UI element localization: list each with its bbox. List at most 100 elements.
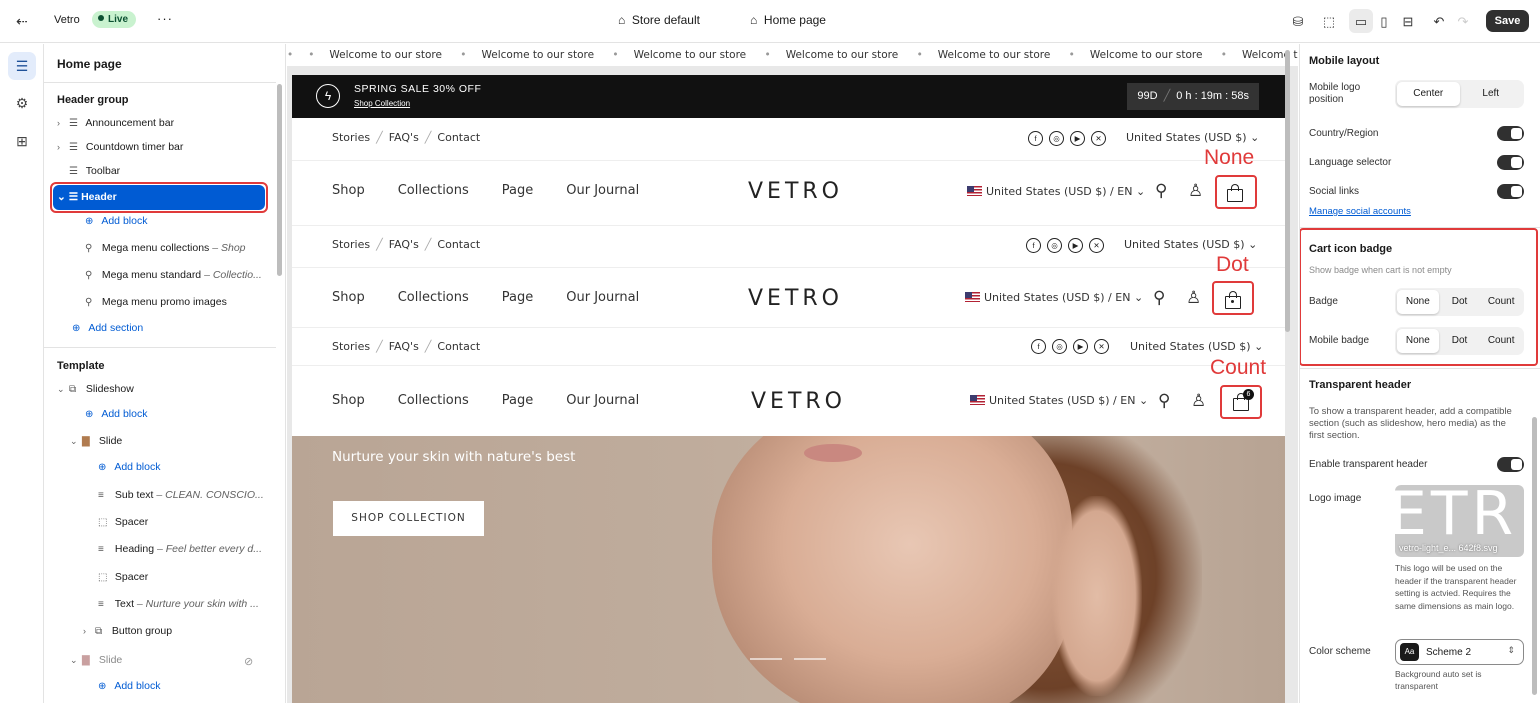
instagram-icon[interactable]: ◎ <box>1052 339 1067 354</box>
util-link-faq[interactable]: FAQ's <box>389 340 419 353</box>
color-scheme-select[interactable]: Aa Scheme 2 ⇕ <box>1395 639 1524 665</box>
country-region-toggle[interactable] <box>1497 126 1524 141</box>
add-section-link[interactable]: ⊕ Add section <box>72 322 143 334</box>
slide-dot[interactable] <box>794 658 826 660</box>
add-block-link[interactable]: ⊕ Add block <box>85 215 147 227</box>
util-link-stories[interactable]: Stories <box>332 238 370 251</box>
badge-option-none[interactable]: None <box>1397 290 1439 314</box>
nav-our-journal[interactable]: Our Journal <box>566 183 639 198</box>
instagram-icon[interactable]: ◎ <box>1047 238 1062 253</box>
store-logo[interactable]: VETRO <box>751 389 846 414</box>
add-block-link[interactable]: ⊕ Add block <box>98 461 160 473</box>
chevron-down-icon[interactable]: ⌄ <box>57 384 69 395</box>
locale-selector[interactable]: United States (USD $) / EN ⌄ <box>970 394 1148 407</box>
currency-selector[interactable]: United States (USD $) ⌄ <box>1126 131 1259 144</box>
util-link-contact[interactable]: Contact <box>437 340 480 353</box>
nav-collections[interactable]: Collections <box>398 393 469 408</box>
chevron-right-icon[interactable]: › <box>57 142 69 152</box>
language-selector-toggle[interactable] <box>1497 155 1524 170</box>
tree-item-mega-menu-promo[interactable]: ⚲ Mega menu promo images <box>85 296 227 308</box>
tree-item-slide[interactable]: ⌄ ▇ Slide <box>70 435 122 447</box>
nav-collections[interactable]: Collections <box>398 290 469 305</box>
page-selector[interactable]: ⌂ Home page <box>750 13 826 27</box>
tree-item-toolbar[interactable]: ☰ Toolbar <box>69 165 120 177</box>
util-link-stories[interactable]: Stories <box>332 340 370 353</box>
enable-transparent-header-toggle[interactable] <box>1497 457 1524 472</box>
tree-item-spacer[interactable]: ⬚ Spacer <box>98 571 148 583</box>
youtube-icon[interactable]: ▶ <box>1070 131 1085 146</box>
database-icon[interactable]: ⛁ <box>1287 11 1309 33</box>
facebook-icon[interactable]: f <box>1028 131 1043 146</box>
manage-social-accounts-link[interactable]: Manage social accounts <box>1309 206 1411 217</box>
option-left[interactable]: Left <box>1460 82 1523 106</box>
tree-item-mega-menu-standard[interactable]: ⚲ Mega menu standard – Collectio... <box>85 269 262 281</box>
search-icon[interactable]: ⚲ <box>1158 391 1170 411</box>
logo-image-picker[interactable]: ETR vetro-light_e... 642f8.svg <box>1395 485 1524 557</box>
search-icon[interactable]: ⚲ <box>1155 181 1167 201</box>
tree-item-countdown-timer-bar[interactable]: › ☰ Countdown timer bar <box>57 141 183 153</box>
util-link-stories[interactable]: Stories <box>332 131 370 144</box>
chevron-down-icon[interactable]: ⌄ <box>70 436 82 447</box>
tree-item-slide-hidden[interactable]: ⌄ ▇ Slide <box>70 654 122 666</box>
search-icon[interactable]: ⚲ <box>1153 288 1165 308</box>
option-center[interactable]: Center <box>1397 82 1460 106</box>
save-button[interactable]: Save <box>1486 10 1529 32</box>
x-icon[interactable]: ✕ <box>1091 131 1106 146</box>
sale-link[interactable]: Shop Collection <box>354 99 410 108</box>
exit-icon[interactable]: ⇠ <box>16 13 28 30</box>
add-block-link[interactable]: ⊕ Add block <box>85 408 147 420</box>
nav-page[interactable]: Page <box>502 183 533 198</box>
desktop-icon[interactable]: ▭ <box>1350 11 1372 33</box>
inspector-icon[interactable]: ⬚ <box>1318 11 1340 33</box>
nav-page[interactable]: Page <box>502 290 533 305</box>
currency-selector[interactable]: United States (USD $) ⌄ <box>1130 340 1263 353</box>
util-link-faq[interactable]: FAQ's <box>389 131 419 144</box>
account-icon[interactable]: ♙ <box>1188 181 1203 201</box>
tree-item-spacer[interactable]: ⬚ Spacer <box>98 516 148 528</box>
fullscreen-icon[interactable]: ⊟ <box>1397 11 1419 33</box>
mobile-badge-option-dot[interactable]: Dot <box>1439 329 1481 353</box>
badge-option-count[interactable]: Count <box>1480 290 1522 314</box>
nav-shop[interactable]: Shop <box>332 183 365 198</box>
more-actions-button[interactable]: ··· <box>157 11 173 26</box>
locale-selector[interactable]: United States (USD $) / EN ⌄ <box>965 291 1143 304</box>
badge-option-dot[interactable]: Dot <box>1439 290 1481 314</box>
x-icon[interactable]: ✕ <box>1094 339 1109 354</box>
nav-our-journal[interactable]: Our Journal <box>566 393 639 408</box>
settings-scrollbar[interactable] <box>1532 417 1537 695</box>
instagram-icon[interactable]: ◎ <box>1049 131 1064 146</box>
youtube-icon[interactable]: ▶ <box>1068 238 1083 253</box>
youtube-icon[interactable]: ▶ <box>1073 339 1088 354</box>
facebook-icon[interactable]: f <box>1026 238 1041 253</box>
slide-dot[interactable] <box>750 658 782 660</box>
tree-item-announcement-bar[interactable]: › ☰ Announcement bar <box>57 117 174 129</box>
tree-item-mega-menu-collections[interactable]: ⚲ Mega menu collections – Shop <box>85 242 246 254</box>
x-icon[interactable]: ✕ <box>1089 238 1104 253</box>
account-icon[interactable]: ♙ <box>1186 288 1201 308</box>
account-icon[interactable]: ♙ <box>1191 391 1206 411</box>
tree-item-heading[interactable]: ≡ Heading – Feel better every d... <box>98 543 262 555</box>
eye-hidden-icon[interactable]: ⊘ <box>244 655 253 668</box>
locale-selector[interactable]: United States (USD $) / EN ⌄ <box>967 185 1145 198</box>
mobile-badge-option-count[interactable]: Count <box>1480 329 1522 353</box>
currency-selector[interactable]: United States (USD $) ⌄ <box>1124 238 1257 251</box>
nav-our-journal[interactable]: Our Journal <box>566 290 639 305</box>
chevron-right-icon[interactable]: › <box>57 118 69 128</box>
sections-icon[interactable]: ☰ <box>8 52 36 80</box>
shop-collection-button[interactable]: SHOP COLLECTION <box>333 501 484 536</box>
store-logo[interactable]: VETRO <box>748 286 843 311</box>
preview-scrollbar[interactable] <box>1285 50 1290 332</box>
theme-selector[interactable]: ⌂ Store default <box>618 13 700 27</box>
nav-shop[interactable]: Shop <box>332 290 365 305</box>
chevron-down-icon[interactable]: ⌄ <box>70 655 82 666</box>
settings-gear-icon[interactable]: ⚙ <box>8 89 36 117</box>
tree-item-slideshow[interactable]: ⌄ ⧉ Slideshow <box>57 383 134 395</box>
tree-item-sub-text[interactable]: ≡ Sub text – CLEAN. CONSCIO... <box>98 489 264 501</box>
nav-collections[interactable]: Collections <box>398 183 469 198</box>
add-block-link[interactable]: ⊕ Add block <box>98 680 160 692</box>
nav-shop[interactable]: Shop <box>332 393 365 408</box>
facebook-icon[interactable]: f <box>1031 339 1046 354</box>
tree-item-text[interactable]: ≡ Text – Nurture your skin with ... <box>98 598 259 610</box>
redo-icon[interactable]: ↷ <box>1452 11 1474 33</box>
apps-icon[interactable]: ⊞ <box>8 127 36 155</box>
